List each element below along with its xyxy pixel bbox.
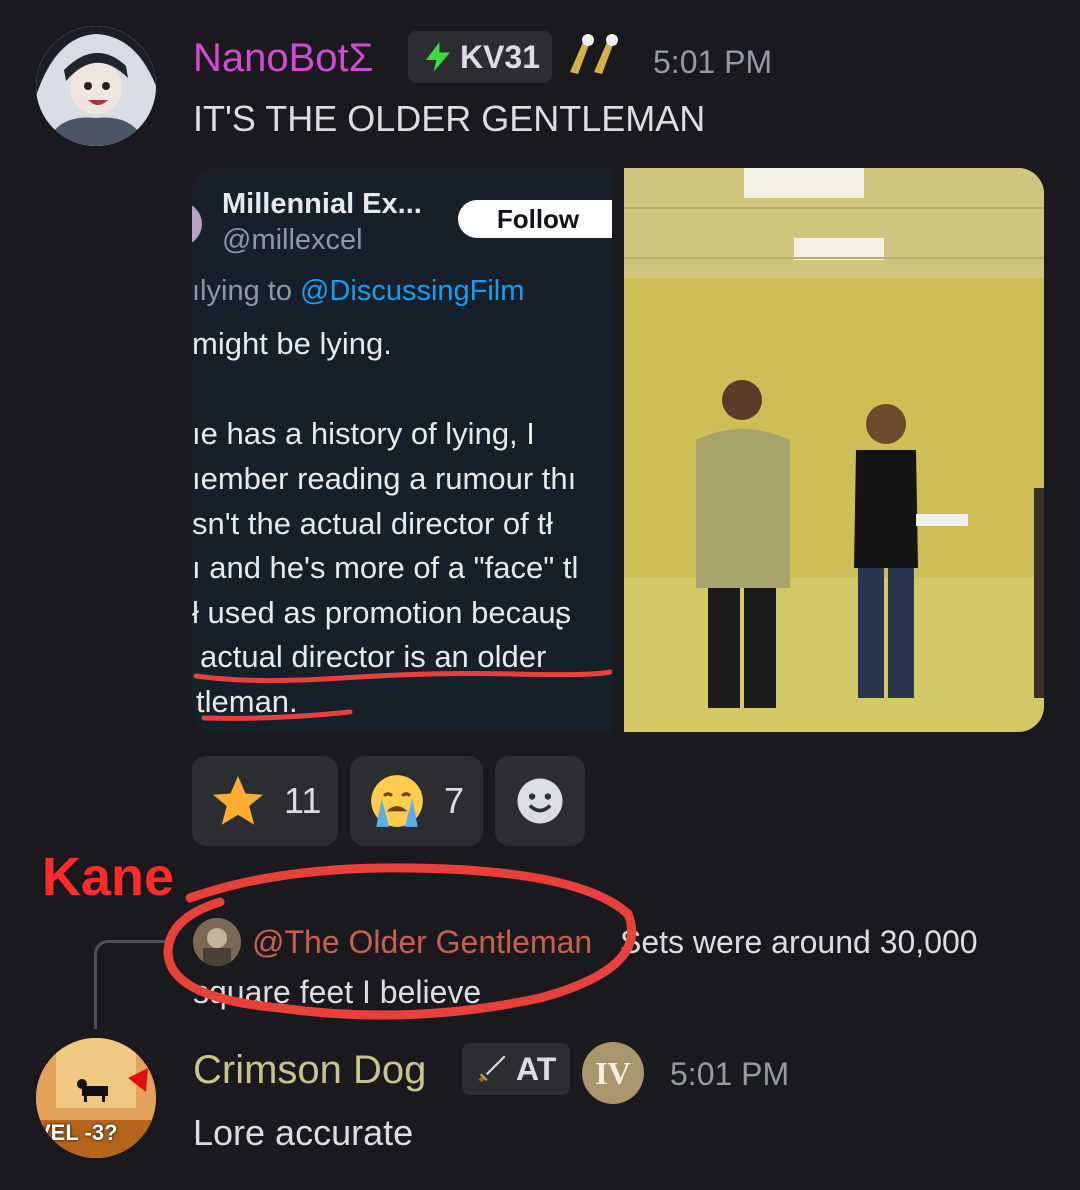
replying-prefix: ılying to — [192, 275, 300, 307]
red-underline-icon — [193, 669, 612, 721]
timestamp: 5:01 PM — [670, 1056, 790, 1092]
tweet-handle: @millexcel — [222, 224, 363, 256]
lightning-icon — [425, 42, 450, 72]
photo-scene-icon — [624, 168, 1044, 732]
reaction-crying[interactable]: 7 — [350, 756, 483, 846]
reaction-count: 11 — [284, 780, 322, 821]
follow-button[interactable]: Follow — [458, 200, 612, 238]
tweet-line: sn't the actual director of tł — [192, 506, 553, 541]
user-tag-label: AT — [516, 1050, 557, 1087]
star-icon — [213, 776, 263, 825]
user-tag-kv31[interactable]: KV31 — [408, 31, 552, 83]
reaction-count: 7 — [444, 780, 465, 821]
attached-photo[interactable] — [624, 168, 1044, 732]
avatar-nanobot[interactable] — [36, 26, 156, 146]
message-text: IT'S THE OLDER GENTLEMAN — [193, 98, 706, 139]
role-badge[interactable]: IV — [582, 1042, 644, 1104]
role-badge-label: IV — [595, 1054, 631, 1091]
username-nanobot[interactable]: NanoBotΣ — [193, 36, 373, 81]
tweet-avatar — [192, 202, 202, 246]
tweet-display-name: Millennial Ex... — [222, 188, 422, 220]
reaction-star[interactable]: 11 — [192, 756, 338, 846]
sword-icon — [478, 1055, 506, 1083]
timestamp: 5:01 PM — [653, 44, 773, 80]
add-reaction-icon — [517, 778, 563, 824]
crying-face-icon — [371, 775, 423, 827]
decoration-icon — [564, 32, 630, 80]
reply-text-line1[interactable]: Sets were around 30,000 — [620, 924, 978, 961]
annotation-label: Kane — [42, 847, 175, 907]
tweet-line: ł used as promotion becauʂ — [192, 595, 572, 630]
tweet-line: ıe has a history of lying, I — [192, 416, 535, 451]
avatar-art-icon — [36, 26, 156, 146]
tweet-line: ı and he's more of a "face" tl — [192, 550, 579, 585]
tweet-line: might be lying. — [192, 326, 392, 361]
red-circle-annotation-icon — [163, 863, 637, 1020]
replying-mention[interactable]: @DiscussingFilm — [300, 275, 524, 307]
user-tag-label: KV31 — [459, 38, 540, 75]
tweet-screenshot[interactable]: Millennial Ex... @millexcel Follow ılyin… — [192, 168, 612, 732]
replying-to: ılying to @DiscussingFilm — [192, 275, 524, 308]
user-tag-at[interactable]: AT — [462, 1043, 570, 1095]
message-text: Lore accurate — [193, 1112, 414, 1153]
avatar-level-text: VEL -3? — [36, 1120, 118, 1145]
avatar-crimson-dog[interactable]: VEL -3? — [36, 1038, 156, 1158]
username-crimson-dog[interactable]: Crimson Dog — [193, 1048, 426, 1093]
tweet-line: ıember reading a rumour thı — [192, 461, 577, 496]
add-reaction-button[interactable] — [495, 756, 585, 846]
reply-connector — [94, 940, 167, 1029]
